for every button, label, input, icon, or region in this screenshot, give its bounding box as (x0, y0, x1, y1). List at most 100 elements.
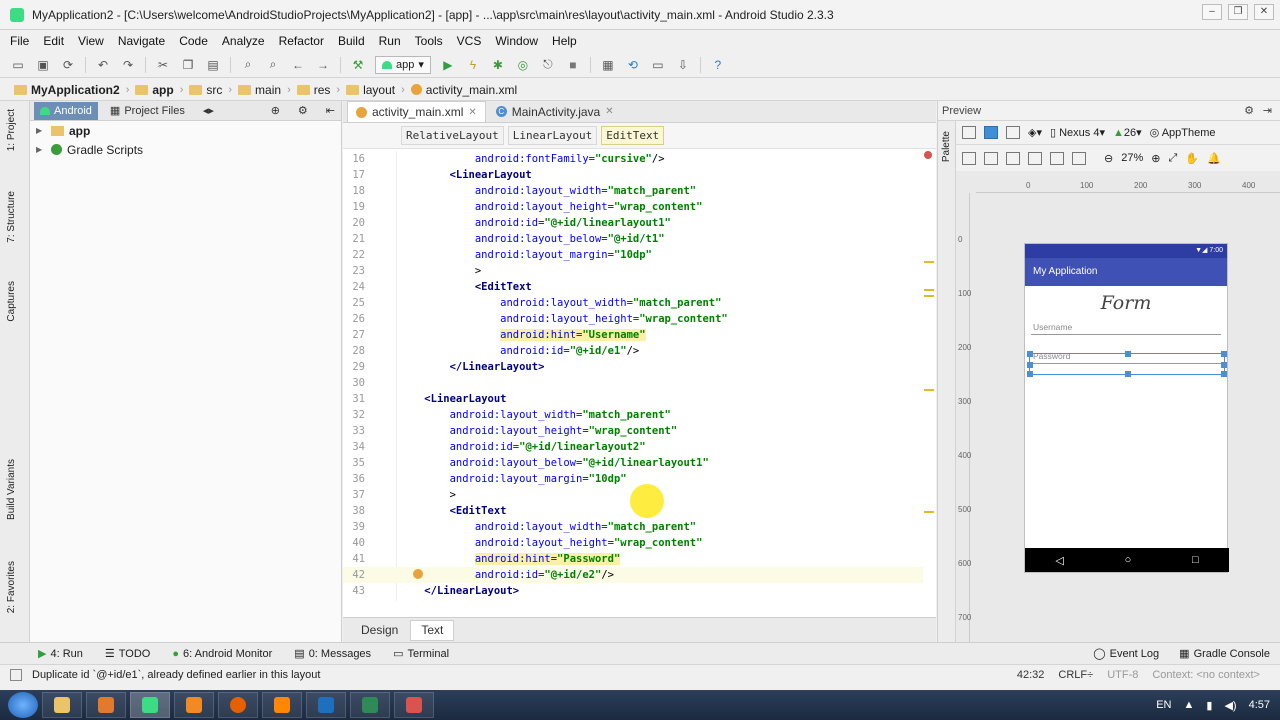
replace-icon[interactable]: ⌕ (265, 57, 281, 73)
menu-edit[interactable]: Edit (43, 34, 64, 48)
code-line[interactable]: 22 android:layout_margin="10dp" (343, 247, 923, 263)
sync-icon[interactable]: ⟳ (60, 57, 76, 73)
tool-run[interactable]: ▶ 4: Run (38, 647, 83, 661)
api-select[interactable]: ▲26▾ (1113, 126, 1142, 139)
tool-messages[interactable]: ▤ 0: Messages (294, 647, 371, 661)
tool-todo[interactable]: ☰ TODO (105, 647, 150, 661)
code-line[interactable]: 36 android:layout_margin="10dp" (343, 471, 923, 487)
undo-icon[interactable]: ↶ (95, 57, 111, 73)
tree-item-app[interactable]: ▶ app (30, 121, 341, 140)
tool-android-monitor[interactable]: ● 6: Android Monitor (172, 648, 272, 660)
expand-arrow-icon[interactable]: ▶ (36, 126, 46, 135)
resize-handle[interactable] (1221, 371, 1227, 377)
expand-arrow-icon[interactable]: ▶ (36, 145, 46, 154)
layout-icon[interactable] (1028, 151, 1042, 165)
zoom-out-icon[interactable]: ⊖ (1104, 152, 1113, 165)
tab-structure[interactable]: 7: Structure (6, 191, 17, 243)
layout-icon[interactable] (1006, 151, 1020, 165)
code-line[interactable]: 16 android:fontFamily="cursive"/> (343, 151, 923, 167)
start-button[interactable] (8, 692, 38, 718)
code-line[interactable]: 20 android:id="@+id/linearlayout1" (343, 215, 923, 231)
warning-marker[interactable] (924, 261, 934, 263)
tab-text[interactable]: Text (410, 619, 455, 641)
code-line[interactable]: 44 (343, 599, 923, 601)
close-tab-icon[interactable]: ✕ (605, 106, 613, 117)
code-line[interactable]: 40 android:layout_height="wrap_content" (343, 535, 923, 551)
taskbar-camtasia[interactable] (350, 692, 390, 718)
warning-marker[interactable] (924, 511, 934, 513)
forward-icon[interactable]: → (315, 57, 331, 73)
menu-file[interactable]: File (10, 34, 29, 48)
tab-project-files[interactable]: ▦ Project Files (104, 102, 191, 120)
minimize-button[interactable]: – (1202, 4, 1222, 20)
code-line[interactable]: 24 <EditText (343, 279, 923, 295)
resize-handle[interactable] (1027, 362, 1033, 368)
design-mode-icon[interactable] (962, 126, 976, 139)
tab-activity-main-xml[interactable]: activity_main.xml ✕ (347, 101, 486, 122)
tab-palette[interactable]: Palette (941, 131, 952, 162)
orientation-icon[interactable]: ◈▾ (1028, 126, 1042, 139)
resize-handle[interactable] (1125, 351, 1131, 357)
notification-bell-icon[interactable]: 🔔 (1207, 152, 1221, 165)
toggle-tool-windows-icon[interactable] (10, 668, 22, 681)
breadcrumb-item[interactable]: MyApplication2 (14, 83, 120, 97)
warning-marker[interactable] (924, 389, 934, 391)
run-config-select[interactable]: app ▾ (375, 55, 431, 74)
taskbar-firefox[interactable] (218, 692, 258, 718)
code-line[interactable]: 39 android:layout_width="match_parent" (343, 519, 923, 535)
menu-tools[interactable]: Tools (415, 34, 443, 48)
avd-manager-icon[interactable]: ▭ (650, 57, 666, 73)
taskbar-vlc[interactable] (262, 692, 302, 718)
resize-handle[interactable] (1125, 371, 1131, 377)
menu-refactor[interactable]: Refactor (279, 34, 324, 48)
paste-icon[interactable]: ▤ (205, 57, 221, 73)
redo-icon[interactable]: ↷ (120, 57, 136, 73)
settings-gear-icon[interactable]: ⚙ (292, 102, 314, 120)
code-line[interactable]: 17 <LinearLayout (343, 167, 923, 183)
selection-box[interactable] (1027, 351, 1227, 377)
layout-icon[interactable] (1050, 151, 1064, 165)
code-line[interactable]: 42 android:id="@+id/e2"/> (343, 567, 923, 583)
save-all-icon[interactable]: ▣ (35, 57, 51, 73)
resize-handle[interactable] (1027, 351, 1033, 357)
project-structure-icon[interactable]: ▦ (600, 57, 616, 73)
tray-arrow-icon[interactable]: ▲ (1184, 699, 1195, 711)
settings-gear-icon[interactable]: ⚙ (1244, 104, 1254, 117)
maximize-button[interactable]: ❐ (1228, 4, 1248, 20)
make-project-icon[interactable]: ⚒ (350, 57, 366, 73)
close-tab-icon[interactable]: ✕ (468, 107, 476, 118)
copy-icon[interactable]: ❐ (180, 57, 196, 73)
clock[interactable]: 4:57 (1249, 699, 1270, 711)
xml-crumb[interactable]: LinearLayout (507, 126, 598, 145)
code-line[interactable]: 25 android:layout_width="match_parent" (343, 295, 923, 311)
network-icon[interactable]: ▮ (1206, 699, 1212, 712)
cursor-position[interactable]: 42:32 (1017, 669, 1045, 681)
error-indicator-icon[interactable] (924, 151, 932, 159)
tab-project[interactable]: 1: Project (6, 109, 17, 151)
gradle-sync-icon[interactable]: ⟲ (625, 57, 641, 73)
taskbar-recorder[interactable] (394, 692, 434, 718)
code-line[interactable]: 27 android:hint="Username" (343, 327, 923, 343)
menu-analyze[interactable]: Analyze (222, 34, 265, 48)
code-line[interactable]: 30 (343, 375, 923, 391)
breadcrumb-item[interactable]: src (189, 83, 222, 97)
warning-marker[interactable] (924, 289, 934, 291)
volume-icon[interactable]: ◀) (1224, 699, 1236, 712)
sync-scroll-icon[interactable]: ⊕ (265, 102, 286, 120)
menu-window[interactable]: Window (495, 34, 538, 48)
menu-navigate[interactable]: Navigate (118, 34, 165, 48)
input-language[interactable]: EN (1156, 699, 1171, 711)
tab-captures[interactable]: Captures (6, 281, 17, 322)
taskbar-app[interactable] (86, 692, 126, 718)
tab-build-variants[interactable]: Build Variants (6, 459, 17, 520)
lightbulb-icon[interactable] (413, 569, 423, 579)
breadcrumb-item[interactable]: app (135, 83, 174, 97)
tab-favorites[interactable]: 2: Favorites (6, 561, 17, 613)
hide-panel-icon[interactable]: ⇥ (1263, 104, 1272, 117)
breadcrumb-item[interactable]: activity_main.xml (410, 83, 517, 97)
xml-crumb-selected[interactable]: EditText (601, 126, 665, 145)
open-folder-icon[interactable]: ▭ (10, 57, 26, 73)
code-line[interactable]: 26 android:layout_height="wrap_content" (343, 311, 923, 327)
warning-marker[interactable] (924, 295, 934, 297)
code-line[interactable]: 31 <LinearLayout (343, 391, 923, 407)
